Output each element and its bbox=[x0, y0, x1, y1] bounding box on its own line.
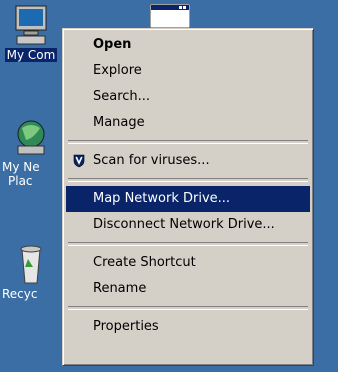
menu-item-disconnect-network-drive[interactable]: Disconnect Network Drive... bbox=[66, 212, 310, 238]
menu-item-label: Explore bbox=[93, 63, 142, 78]
menu-item-label: Manage bbox=[93, 115, 145, 130]
menu-item-label: Open bbox=[93, 37, 132, 52]
network-places-label-1: My Ne bbox=[2, 160, 40, 174]
network-places-desktop-icon[interactable]: My Ne Plac bbox=[0, 118, 62, 188]
menu-item-label: Map Network Drive... bbox=[93, 191, 231, 206]
menu-item-create-shortcut[interactable]: Create Shortcut bbox=[66, 250, 310, 276]
window-icon bbox=[150, 4, 190, 28]
menu-item-explore[interactable]: Explore bbox=[66, 58, 310, 84]
my-computer-desktop-icon[interactable]: My Com bbox=[0, 4, 62, 63]
network-places-label-2: Plac bbox=[8, 174, 33, 188]
menu-item-label: Create Shortcut bbox=[93, 255, 196, 270]
menu-item-open[interactable]: Open bbox=[66, 32, 310, 58]
my-computer-label: My Com bbox=[4, 48, 58, 62]
network-icon bbox=[17, 120, 45, 155]
menu-item-label: Scan for viruses... bbox=[93, 153, 210, 168]
shield-icon bbox=[73, 154, 85, 168]
menu-item-scan-viruses[interactable]: Scan for viruses... bbox=[66, 148, 310, 174]
menu-separator bbox=[68, 306, 308, 310]
menu-separator bbox=[68, 140, 308, 144]
computer-icon bbox=[15, 5, 47, 45]
menu-item-search[interactable]: Search... bbox=[66, 84, 310, 110]
menu-item-map-network-drive[interactable]: Map Network Drive... bbox=[66, 186, 310, 212]
menu-separator bbox=[68, 178, 308, 182]
context-menu: Open Explore Search... Manage Scan for v… bbox=[62, 28, 314, 366]
menu-item-label: Search... bbox=[93, 89, 151, 104]
menu-item-rename[interactable]: Rename bbox=[66, 276, 310, 302]
menu-item-label: Rename bbox=[93, 281, 147, 296]
menu-item-label: Properties bbox=[93, 319, 159, 334]
recycle-bin-label: Recyc bbox=[2, 287, 38, 301]
recycle-bin-icon bbox=[20, 245, 42, 284]
menu-item-label: Disconnect Network Drive... bbox=[93, 217, 275, 232]
menu-item-properties[interactable]: Properties bbox=[66, 314, 310, 340]
menu-item-manage[interactable]: Manage bbox=[66, 110, 310, 136]
menu-separator bbox=[68, 242, 308, 246]
recycle-bin-desktop-icon[interactable]: Recyc bbox=[0, 243, 62, 301]
